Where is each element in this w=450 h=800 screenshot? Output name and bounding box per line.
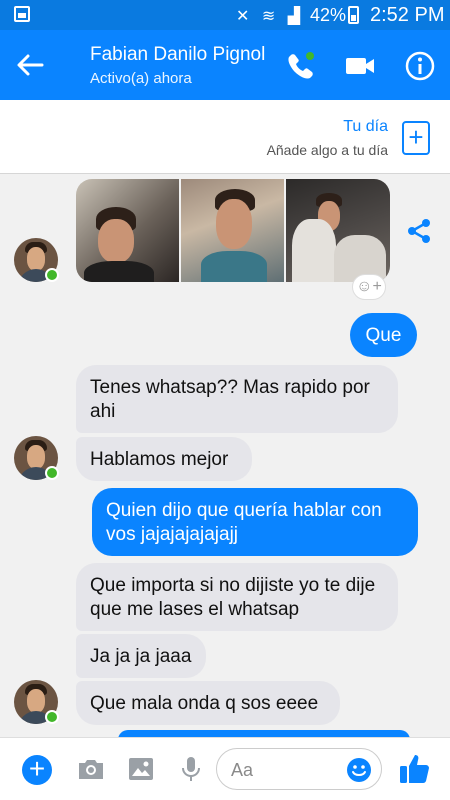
image-icon[interactable]	[126, 754, 156, 784]
message-composer: +	[0, 737, 450, 800]
message-bubble-incoming[interactable]: Ja ja ja jaaa	[76, 634, 206, 678]
online-indicator	[45, 710, 59, 724]
online-indicator	[45, 268, 59, 282]
microphone-icon[interactable]	[176, 754, 206, 784]
share-icon[interactable]	[406, 218, 432, 244]
status-time: 2:52 PM	[370, 4, 445, 26]
your-day-card: Tu día Añade algo a tu día +	[0, 100, 450, 174]
message-bubble-incoming[interactable]: Tenes whatsap?? Mas rapido por ahi	[76, 365, 398, 433]
conversation-header: Fabian Danilo Pignol Activo(a) ahora	[0, 30, 450, 100]
message-bubble-incoming[interactable]: Que importa si no dijiste yo te dije que…	[76, 563, 398, 631]
gallery-notification-icon	[14, 6, 30, 22]
message-bubble-incoming[interactable]: Que mala onda q sos eeee	[76, 681, 340, 725]
plus-icon[interactable]: +	[22, 755, 52, 785]
camera-icon[interactable]	[76, 754, 106, 784]
message-input-container[interactable]	[216, 748, 382, 790]
thumbs-up-icon[interactable]	[398, 751, 432, 787]
emoji-icon[interactable]	[345, 756, 373, 784]
message-bubble-outgoing[interactable]: Que	[350, 313, 417, 357]
shared-photos	[76, 179, 390, 282]
photo-thumbnail[interactable]	[76, 179, 179, 282]
message-bubble-outgoing[interactable]: Quien dijo que quería hablar con vos jaj…	[92, 488, 418, 556]
contact-name[interactable]: Fabian Danilo Pignol	[90, 44, 265, 66]
signal-icons: ✕ ≋ ▟	[236, 8, 305, 25]
status-bar: ✕ ≋ ▟ 42% 2:52 PM	[0, 0, 450, 30]
online-indicator	[45, 466, 59, 480]
info-icon[interactable]	[402, 48, 438, 84]
battery-icon	[348, 6, 359, 24]
video-call-icon[interactable]	[342, 48, 378, 84]
battery-percent: 42%	[310, 5, 347, 25]
message-bubble-incoming[interactable]: Hablamos mejor	[76, 437, 252, 481]
contact-status: Activo(a) ahora	[90, 70, 192, 87]
add-reaction-icon[interactable]: ☺+	[352, 274, 386, 300]
back-arrow-icon[interactable]	[14, 50, 46, 80]
photo-thumbnail[interactable]	[286, 179, 390, 282]
message-input[interactable]	[231, 758, 341, 782]
your-day-subtitle: Añade algo a tu día	[266, 142, 388, 158]
phone-call-icon[interactable]	[282, 48, 318, 84]
photo-thumbnail[interactable]	[181, 179, 284, 282]
add-to-day-button[interactable]: +	[402, 121, 430, 155]
your-day-title[interactable]: Tu día	[343, 118, 388, 136]
